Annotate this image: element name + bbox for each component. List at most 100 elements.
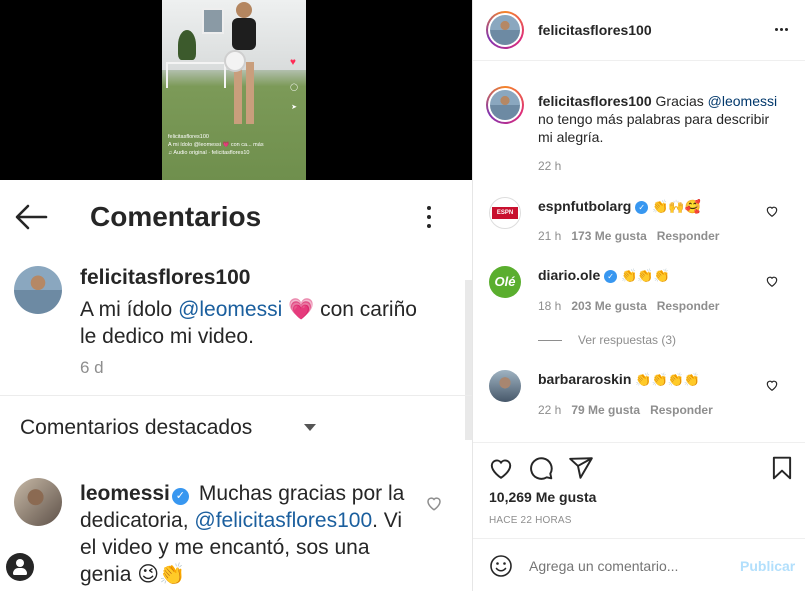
comment-input[interactable]: [529, 558, 729, 574]
reply-button[interactable]: Responder: [650, 403, 713, 417]
heart-icon: [427, 497, 441, 511]
comment-text: A mi ídolo @leomessi 💗 con cariño le ded…: [80, 296, 420, 350]
reply-button[interactable]: Responder: [657, 229, 720, 243]
comment-row: diario.ole ✓ 👏👏👏: [538, 267, 670, 284]
profile-icon: [6, 553, 34, 581]
caption-text-part: no tengo más palabras para describir mi …: [538, 111, 770, 145]
view-replies-label: Ver respuestas (3): [578, 333, 677, 347]
heart-icon: ♥: [290, 57, 296, 68]
comment-icon[interactable]: [528, 455, 554, 481]
more-options-icon[interactable]: [775, 28, 788, 31]
comment-likes[interactable]: 79 Me gusta: [571, 403, 640, 417]
comment-meta: 22 h 79 Me gusta Responder: [538, 403, 713, 417]
story-ring[interactable]: [486, 11, 524, 49]
publish-button[interactable]: Publicar: [740, 558, 795, 574]
comment-meta: 21 h 173 Me gusta Responder: [538, 229, 719, 243]
avatar[interactable]: ESPN: [489, 197, 521, 229]
comment-icon: ◯: [290, 84, 298, 91]
video-frame[interactable]: ♥ ◯ ➤ felicitasflores100 A mi ídolo @leo…: [162, 0, 306, 180]
comment-age[interactable]: 22 h: [538, 403, 561, 417]
comments-title: Comentarios: [90, 201, 262, 232]
comment-age: 6 d: [80, 358, 104, 377]
post-header: felicitasflores100: [473, 0, 805, 61]
post-actions: 10,269 Me gusta HACE 22 HORAS: [473, 442, 805, 542]
back-arrow-icon: [15, 204, 48, 230]
video-ball: [224, 50, 246, 72]
reply-button[interactable]: Responder: [657, 299, 720, 313]
mention-link[interactable]: @leomessi: [708, 93, 777, 109]
comment-username[interactable]: barbararoskin: [538, 371, 631, 387]
caption-text-part: Gracias: [655, 93, 708, 109]
video-goal: [166, 62, 226, 88]
caption-username[interactable]: felicitasflores100: [538, 93, 652, 109]
verified-badge-icon: ✓: [604, 270, 618, 283]
video-plant: [178, 30, 196, 60]
avatar[interactable]: [489, 370, 521, 402]
comment-row: espnfutbolarg ✓ 👏🙌🥰: [538, 198, 701, 215]
video-window: [202, 8, 224, 34]
post-time[interactable]: HACE 22 HORAS: [489, 515, 572, 526]
comment-username: leomessi: [80, 482, 170, 505]
verified-badge-icon: ✓: [171, 488, 189, 505]
avatar: [490, 15, 520, 45]
video-caption-text: A mi ídolo @leomessi 💗 con ca... más: [168, 142, 264, 148]
story-ring[interactable]: [486, 86, 524, 124]
instagram-post-view: ♥ ◯ ➤ felicitasflores100 A mi ídolo @leo…: [0, 0, 805, 591]
comment-text: leomessi ✓ Muchas gracias por la dedicator…: [80, 480, 420, 588]
share-icon: ➤: [291, 104, 297, 111]
emoji-icon[interactable]: [489, 554, 513, 578]
comment-text: 👏👏👏: [621, 268, 670, 283]
view-replies-line: [538, 340, 562, 342]
comment-age[interactable]: 21 h: [538, 229, 561, 243]
post-author-username[interactable]: felicitasflores100: [538, 22, 652, 38]
avatar: [490, 90, 520, 120]
caret-down-icon: [304, 424, 316, 431]
comment-text: 👏👏👏👏: [635, 372, 701, 387]
avatar[interactable]: Olé: [489, 266, 521, 298]
video-girl-head: [236, 2, 252, 18]
heart-icon[interactable]: [765, 274, 779, 288]
video-side-icons: ◯ ➤: [288, 78, 300, 118]
comment-row: barbararoskin 👏👏👏👏: [538, 371, 700, 388]
view-replies-button[interactable]: Ver respuestas (3): [538, 333, 676, 347]
comment-username[interactable]: diario.ole: [538, 267, 600, 283]
comments-screenshot: Comentarios felicitasflores100 A mi ídol…: [0, 180, 472, 591]
avatar: [14, 266, 62, 314]
mention-link: @leomessi: [178, 298, 283, 321]
like-heart-icon[interactable]: [488, 455, 514, 481]
verified-badge-icon: ✓: [635, 201, 649, 214]
video-audio-line: ♫ Audio original · felicitasflores10: [168, 150, 250, 156]
share-icon[interactable]: [568, 455, 594, 481]
comment-username[interactable]: espnfutbolarg: [538, 198, 631, 214]
mention-link: @felicitasflores100: [194, 509, 373, 532]
video-caption: felicitasflores100 A mi ídolo @leomessi …: [168, 133, 298, 157]
likes-count[interactable]: 10,269 Me gusta: [489, 489, 596, 505]
video-letterbox: ♥ ◯ ➤ felicitasflores100 A mi ídolo @leo…: [0, 0, 472, 180]
video-girl-body: [232, 18, 256, 50]
add-comment-bar: Publicar: [473, 538, 805, 591]
avatar-label: Olé: [494, 274, 516, 289]
comment-text: 👏🙌🥰: [652, 199, 701, 214]
comment-age[interactable]: 18 h: [538, 299, 561, 313]
comments-header: Comentarios: [0, 180, 472, 256]
video-caption-user: felicitasflores100: [168, 134, 209, 140]
avatar: [14, 478, 62, 526]
post-details-panel: felicitasflores100 felicitasflores100 Gr…: [473, 0, 805, 591]
comments-list[interactable]: felicitasflores100 Gracias @leomessi no …: [473, 62, 805, 442]
comment-likes[interactable]: 173 Me gusta: [571, 229, 646, 243]
featured-comments-label: Comentarios destacados: [20, 416, 253, 439]
comment-text-part: A mi ídolo: [80, 298, 179, 321]
scrollbar: [465, 280, 472, 440]
caption-age[interactable]: 22 h: [538, 159, 561, 173]
bookmark-icon[interactable]: [769, 455, 795, 481]
comment-username: felicitasflores100: [80, 266, 251, 289]
heart-icon[interactable]: [765, 378, 779, 392]
comment-likes[interactable]: 203 Me gusta: [571, 299, 646, 313]
caption-text: felicitasflores100 Gracias @leomessi no …: [538, 92, 778, 146]
divider: [0, 395, 472, 396]
heart-icon[interactable]: [765, 204, 779, 218]
avatar-label: ESPN: [492, 207, 518, 219]
post-media[interactable]: ♥ ◯ ➤ felicitasflores100 A mi ídolo @leo…: [0, 0, 473, 591]
comment-meta: 18 h 203 Me gusta Responder: [538, 299, 719, 313]
more-options-icon: [420, 204, 438, 232]
